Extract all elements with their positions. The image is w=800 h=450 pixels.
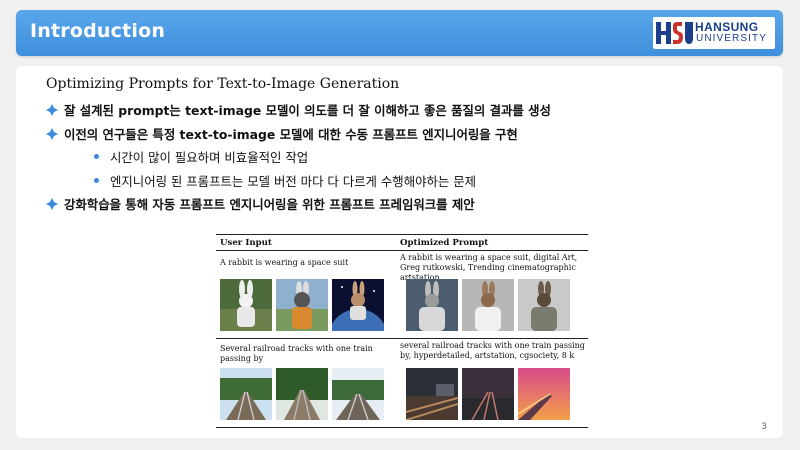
table-rule-bottom: [216, 427, 588, 428]
logo-wordmark: HANSUNG: [695, 20, 759, 34]
dot-bullet-icon: [94, 177, 99, 183]
bullet-text: 강화학습을 통해 자동 프롬프트 엔지니어링을 위한 프롬프트 프레임워크를 제…: [64, 197, 475, 212]
bullet-text: 시간이 많이 필요하며 비효율적인 작업: [110, 150, 309, 165]
university-logo: HANSUNG UNIVERSITY: [653, 17, 775, 49]
bullet-list: 잘 설계된 prompt는 text-image 모델이 의도를 더 잘 이해하…: [46, 101, 766, 219]
rabbit-optimized-image: [406, 279, 458, 331]
page-number: 3: [761, 422, 767, 432]
slide-title: Introduction: [30, 20, 166, 42]
diamond-bullet-icon: [46, 127, 58, 140]
slide-header: Introduction HANSUNG UNIVERSITY: [16, 10, 783, 56]
railroad-user-image: [332, 368, 384, 420]
bullet-text: 이전의 연구들은 특정 text-to-image 모델에 대한 수동 프롬프트…: [64, 126, 518, 142]
diamond-bullet-icon: [46, 104, 58, 116]
bullet-item: 강화학습을 통해 자동 프롬프트 엔지니어링을 위한 프롬프트 프레임워크를 제…: [46, 195, 766, 219]
railroad-optimized-image: [462, 368, 514, 420]
user-input-text: Several railroad tracks with one train p…: [220, 344, 373, 363]
hsu-logo-icon: [656, 22, 693, 44]
user-input-text: A rabbit is wearing a space suit: [220, 258, 349, 267]
table-rule-header: [216, 250, 588, 251]
column-header-user-input: User Input: [220, 238, 272, 248]
rabbit-user-image: [276, 279, 328, 331]
prompt-comparison-figure: User Input Optimized Prompt A rabbit is …: [216, 234, 588, 428]
rabbit-optimized-image: [462, 279, 514, 331]
bullet-text: 엔지니어링 된 프롬프트는 모델 버전 마다 다 다르게 수행해야하는 문제: [110, 173, 477, 189]
dot-bullet-icon: [94, 154, 99, 159]
rabbit-user-image: [220, 279, 272, 331]
column-header-optimized-prompt: Optimized Prompt: [400, 238, 489, 248]
section-subtitle: Optimizing Prompts for Text-to-Image Gen…: [46, 76, 400, 92]
table-rule-middle: [216, 338, 588, 339]
railroad-optimized-image: [406, 368, 458, 420]
railroad-user-image: [220, 368, 272, 420]
rabbit-user-image: [332, 279, 384, 331]
bullet-item: 잘 설계된 prompt는 text-image 모델이 의도를 더 잘 이해하…: [46, 101, 766, 125]
bullet-item: 이전의 연구들은 특정 text-to-image 모델에 대한 수동 프롬프트…: [46, 125, 766, 149]
optimized-prompt-text: several railroad tracks with one train p…: [400, 341, 585, 360]
railroad-optimized-image: [518, 368, 570, 420]
rabbit-optimized-image: [518, 279, 570, 331]
logo-subtext: UNIVERSITY: [696, 33, 768, 44]
diamond-bullet-icon: [46, 198, 58, 210]
table-rule-top: [216, 234, 588, 235]
bullet-text: 잘 설계된 prompt는 text-image 모델이 의도를 더 잘 이해하…: [64, 103, 551, 118]
slide-body: Optimizing Prompts for Text-to-Image Gen…: [16, 66, 783, 438]
sub-bullet-item: 엔지니어링 된 프롬프트는 모델 버전 마다 다 다르게 수행해야하는 문제: [46, 172, 766, 196]
sub-bullet-item: 시간이 많이 필요하며 비효율적인 작업: [46, 148, 766, 172]
railroad-user-image: [276, 368, 328, 420]
